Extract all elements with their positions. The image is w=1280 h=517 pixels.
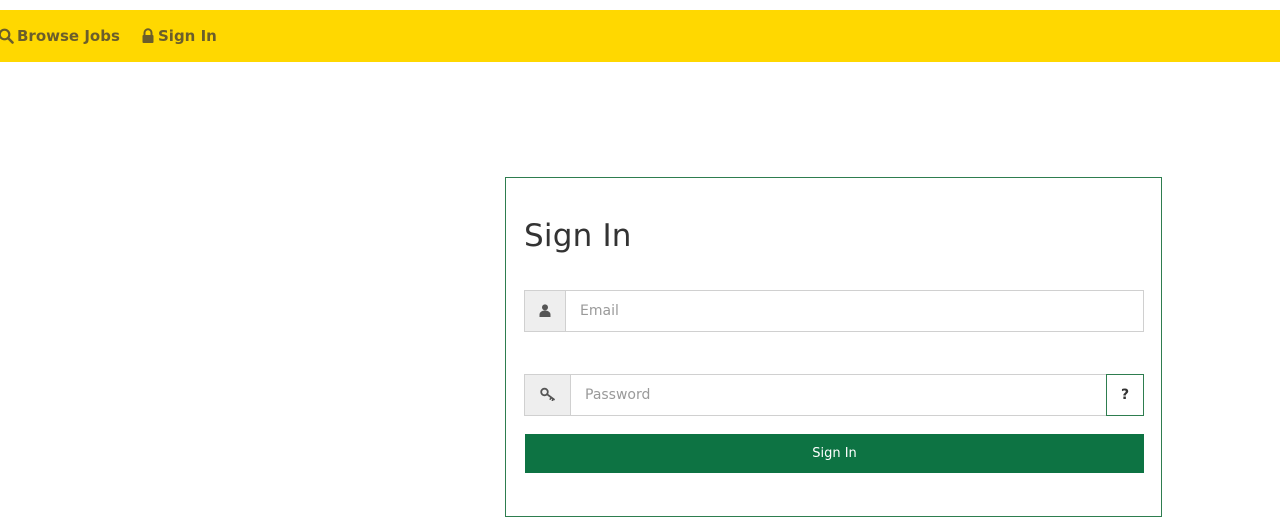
page-title: Sign In [524, 218, 632, 254]
sign-in-button[interactable]: Sign In [525, 434, 1144, 473]
sign-in-card: Sign In ? Sign In [505, 177, 1162, 517]
password-input-group: ? [524, 374, 1144, 416]
password-field[interactable] [571, 375, 1106, 415]
email-field[interactable] [566, 291, 1143, 331]
browse-jobs-label: Browse Jobs [17, 27, 120, 45]
password-addon [525, 375, 571, 415]
password-help-button[interactable]: ? [1106, 374, 1144, 416]
browse-jobs-link[interactable]: Browse Jobs [0, 10, 120, 62]
top-navigation-bar: Browse Jobs Sign In [0, 10, 1280, 62]
lock-icon [141, 28, 155, 44]
sign-in-link[interactable]: Sign In [141, 10, 217, 62]
user-icon [539, 302, 551, 321]
email-input-group [524, 290, 1144, 332]
email-addon [525, 291, 566, 331]
sign-in-label: Sign In [158, 27, 217, 45]
key-icon [539, 386, 556, 405]
search-icon [0, 28, 14, 44]
